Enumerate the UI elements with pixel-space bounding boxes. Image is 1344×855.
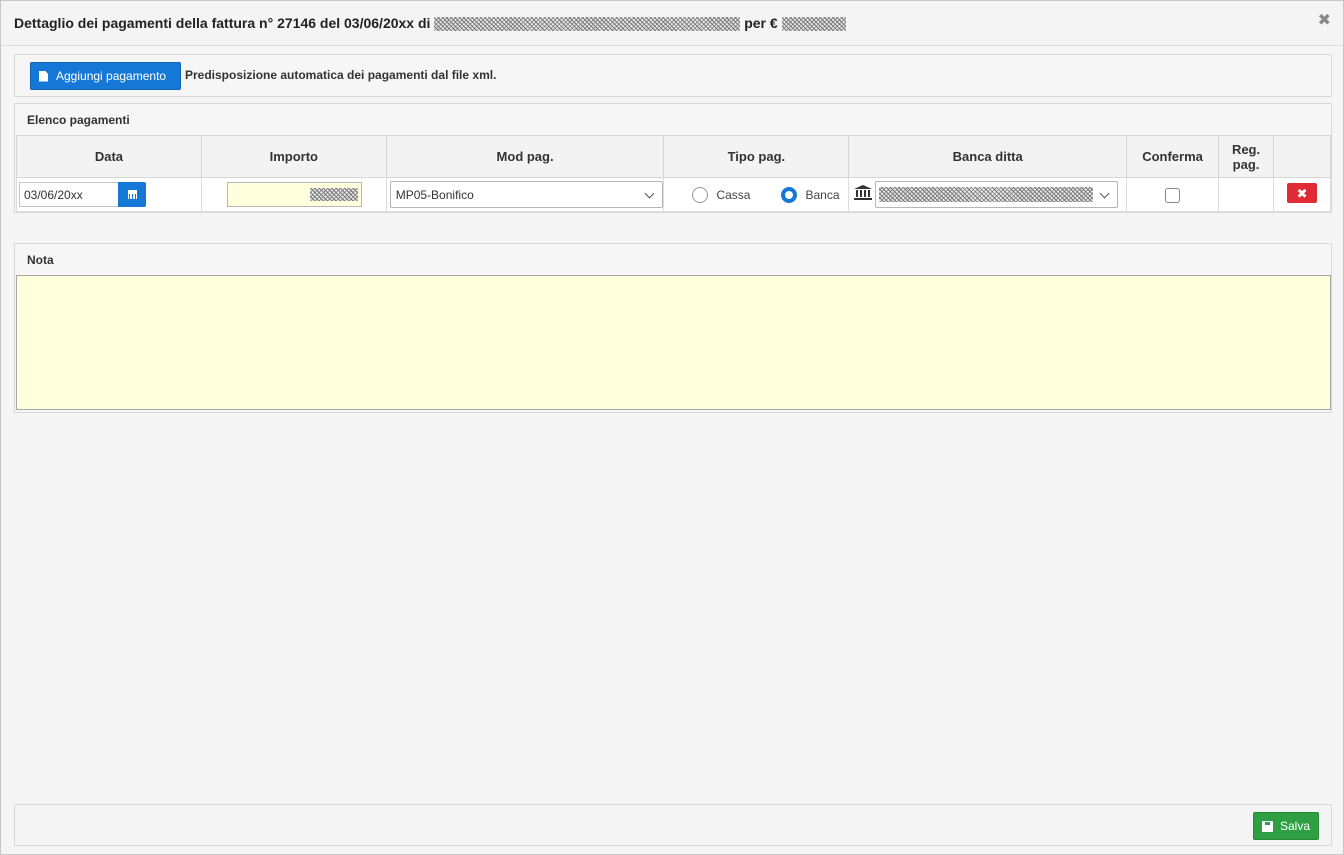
document-icon bbox=[39, 70, 48, 82]
reg-pag-cell bbox=[1218, 177, 1275, 212]
mod-pag-select[interactable]: MP05-Bonifico bbox=[389, 181, 663, 208]
banca-cell bbox=[848, 177, 1128, 212]
tipo-pag-cell: Cassa Banca bbox=[663, 177, 850, 212]
save-label: Salva bbox=[1279, 819, 1311, 833]
redacted-amount bbox=[309, 188, 358, 201]
redacted-company-name bbox=[434, 17, 741, 32]
add-payment-button[interactable]: Aggiungi pagamento bbox=[30, 62, 181, 90]
payment-details-dialog: Dettaglio dei pagamenti della fattura n°… bbox=[0, 0, 1344, 855]
bank-icon bbox=[854, 185, 873, 200]
dialog-title: Dettaglio dei pagamenti della fattura n°… bbox=[14, 15, 846, 32]
payments-table: Data Importo Mod pag. Tipo pag. Banca di… bbox=[16, 135, 1331, 212]
column-header-conferma: Conferma bbox=[1126, 135, 1220, 178]
chevron-down-icon bbox=[1099, 188, 1110, 199]
dialog-footer: Salva bbox=[14, 804, 1332, 846]
toolbar-panel: Aggiungi pagamento Predisposizione autom… bbox=[14, 54, 1332, 97]
dialog-title-per: per € bbox=[744, 15, 778, 31]
delete-row-button[interactable]: ✖ bbox=[1287, 183, 1318, 203]
column-header-tipo-pag: Tipo pag. bbox=[663, 135, 850, 178]
column-header-reg-pag: Reg. pag. bbox=[1218, 135, 1275, 178]
save-button[interactable]: Salva bbox=[1253, 812, 1319, 840]
close-icon[interactable]: ✖ bbox=[1318, 13, 1331, 29]
column-header-banca-ditta: Banca ditta bbox=[848, 135, 1128, 178]
column-header-data: Data bbox=[16, 135, 202, 178]
conferma-checkbox[interactable] bbox=[1165, 188, 1181, 203]
dialog-title-prefix: Dettaglio dei pagamenti della fattura n°… bbox=[14, 15, 431, 31]
mod-pag-cell: MP05-Bonifico bbox=[385, 177, 665, 212]
redacted-bank-name bbox=[879, 187, 1094, 203]
radio-banca-label: Banca bbox=[805, 188, 840, 202]
mod-pag-selected: MP05-Bonifico bbox=[395, 188, 474, 202]
auto-payments-text: Predisposizione automatica dei pagamenti… bbox=[185, 68, 497, 82]
amount-input[interactable] bbox=[226, 182, 362, 207]
calendar-button[interactable] bbox=[118, 182, 146, 207]
column-header-mod-pag: Mod pag. bbox=[385, 135, 665, 178]
nota-panel-title: Nota bbox=[27, 253, 54, 267]
redacted-total-amount bbox=[781, 17, 846, 32]
radio-cassa-label: Cassa bbox=[716, 188, 751, 202]
tipo-pag-radio-group: Cassa Banca bbox=[692, 187, 840, 203]
radio-cassa[interactable] bbox=[692, 187, 709, 203]
floppy-disk-icon bbox=[1261, 820, 1273, 832]
banca-ditta-select[interactable] bbox=[875, 181, 1119, 208]
column-header-actions bbox=[1273, 135, 1331, 178]
conferma-cell bbox=[1126, 177, 1220, 212]
nota-textarea[interactable] bbox=[16, 275, 1331, 410]
payments-panel-title: Elenco pagamenti bbox=[27, 113, 130, 127]
payments-list-panel: Elenco pagamenti Data Importo Mod pag. T… bbox=[14, 103, 1332, 213]
table-row: 03/06/20xx MP05-Bonifico Cassa Banca ✖ bbox=[16, 177, 1331, 212]
close-icon: ✖ bbox=[1296, 185, 1308, 201]
date-cell: 03/06/20xx bbox=[16, 177, 202, 212]
nota-panel: Nota bbox=[14, 243, 1332, 413]
column-header-importo: Importo bbox=[200, 135, 387, 178]
amount-cell bbox=[200, 177, 387, 212]
date-input[interactable]: 03/06/20xx bbox=[19, 182, 119, 207]
actions-cell: ✖ bbox=[1273, 177, 1331, 212]
radio-banca[interactable] bbox=[781, 187, 798, 203]
chevron-down-icon bbox=[644, 188, 655, 199]
calendar-icon bbox=[127, 190, 137, 199]
dialog-header: Dettaglio dei pagamenti della fattura n°… bbox=[1, 1, 1343, 46]
add-payment-label: Aggiungi pagamento bbox=[56, 69, 167, 83]
